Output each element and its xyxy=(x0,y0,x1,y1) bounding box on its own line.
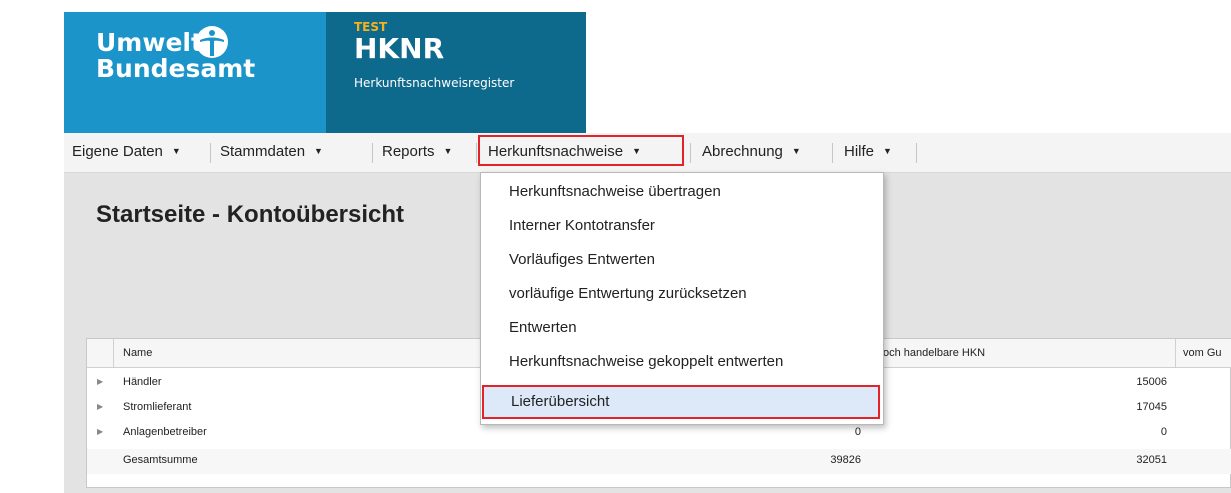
column-divider xyxy=(1175,339,1176,367)
menu-item-entwerten[interactable]: Entwerten xyxy=(481,311,883,345)
header: Umwelt Bundesamt TEST HKNR Herkunftsnach… xyxy=(64,12,1231,133)
chevron-down-icon: ▼ xyxy=(314,146,323,156)
menu-abrechnung[interactable]: Abrechnung ▼ xyxy=(702,143,801,163)
menu-highlight-box xyxy=(478,135,684,166)
menu-label: Abrechnung xyxy=(702,143,783,160)
menu-separator xyxy=(832,143,833,163)
app-title: HKNR xyxy=(354,32,445,65)
uba-logo-text: Umwelt Bundesamt xyxy=(96,30,255,82)
column-header-tradable-hkn[interactable]: och handelbare HKN xyxy=(883,347,985,359)
column-header-vom-gu[interactable]: vom Gu xyxy=(1183,347,1222,359)
menu-separator xyxy=(916,143,917,163)
menu-stammdaten[interactable]: Stammdaten ▼ xyxy=(220,143,323,163)
menu-label: Reports xyxy=(382,143,435,160)
menu-item-label: Vorläufiges Entwerten xyxy=(509,251,655,268)
menu-item-label: Herkunftsnachweise übertragen xyxy=(509,183,721,200)
menu-separator xyxy=(210,143,211,163)
page-title: Startseite - Kontoübersicht xyxy=(96,201,405,228)
row-name: Anlagenbetreiber xyxy=(123,426,207,438)
menu-label: Stammdaten xyxy=(220,143,306,160)
menu-item-label: Lieferübersicht xyxy=(511,393,610,410)
menu-separator xyxy=(372,143,373,163)
table-total-row: Gesamtsumme 39826 32051 xyxy=(87,449,1231,474)
chevron-down-icon: ▼ xyxy=(443,146,453,156)
uba-emblem-icon xyxy=(196,26,228,58)
app-subtitle: Herkunftsnachweisregister xyxy=(354,76,515,90)
menu-item-label: Entwerten xyxy=(509,319,577,336)
menu-item-vorlaeufiges-entwerten[interactable]: Vorläufiges Entwerten xyxy=(481,243,883,277)
uba-logo-line2: Bundesamt xyxy=(96,54,256,83)
menu-label: Hilfe xyxy=(844,143,875,160)
chevron-down-icon: ▼ xyxy=(791,146,801,156)
menu-eigene-daten[interactable]: Eigene Daten ▼ xyxy=(72,143,181,163)
menu-separator xyxy=(476,143,477,163)
herkunftsnachweise-dropdown-menu: Herkunftsnachweise übertragen Interner K… xyxy=(480,172,884,425)
row-value-2: 17045 xyxy=(1136,401,1167,413)
app-window: Umwelt Bundesamt TEST HKNR Herkunftsnach… xyxy=(64,12,1231,493)
expand-row-icon[interactable]: ▶ xyxy=(97,427,103,436)
menu-hilfe[interactable]: Hilfe ▼ xyxy=(844,143,892,163)
left-margin xyxy=(0,0,64,493)
menu-item-gekoppelt-entwerten[interactable]: Herkunftsnachweise gekoppelt entwerten xyxy=(481,345,883,379)
column-header-name[interactable]: Name xyxy=(123,347,152,359)
row-name: Händler xyxy=(123,376,162,388)
menu-item-label: Interner Kontotransfer xyxy=(509,217,655,234)
expand-row-icon[interactable]: ▶ xyxy=(97,377,103,386)
row-name: Stromlieferant xyxy=(123,401,192,413)
uba-logo-block: Umwelt Bundesamt xyxy=(64,12,326,133)
row-value-2: 0 xyxy=(1160,426,1167,438)
main-menubar: Eigene Daten ▼ Stammdaten ▼ Reports ▼ Herku… xyxy=(64,133,1231,173)
uba-logo-line1: Umwelt xyxy=(96,28,203,57)
menu-separator xyxy=(690,143,691,163)
menu-item-label: Herkunftsnachweise gekoppelt entwerten xyxy=(509,353,784,370)
total-value-2: 32051 xyxy=(1136,454,1167,466)
menu-item-label: vorläufige Entwertung zurücksetzen xyxy=(509,285,747,302)
expand-row-icon[interactable]: ▶ xyxy=(97,402,103,411)
row-value-1: 0 xyxy=(854,426,861,438)
chevron-down-icon: ▼ xyxy=(171,146,181,156)
menu-item-hkn-uebertragen[interactable]: Herkunftsnachweise übertragen xyxy=(481,175,883,209)
menu-item-lieferuebersicht[interactable]: Lieferübersicht xyxy=(482,385,880,419)
menu-item-entwertung-zuruecksetzen[interactable]: vorläufige Entwertung zurücksetzen xyxy=(481,277,883,311)
total-value-1: 39826 xyxy=(830,454,861,466)
chevron-down-icon: ▼ xyxy=(883,146,892,156)
hknr-logo-block: TEST HKNR Herkunftsnachweisregister xyxy=(326,12,586,133)
total-label: Gesamtsumme xyxy=(123,454,198,466)
menu-label: Eigene Daten xyxy=(72,143,163,160)
row-value-2: 15006 xyxy=(1136,376,1167,388)
column-divider xyxy=(113,339,114,367)
menu-item-interner-kontotransfer[interactable]: Interner Kontotransfer xyxy=(481,209,883,243)
menu-reports[interactable]: Reports ▼ xyxy=(382,143,452,163)
